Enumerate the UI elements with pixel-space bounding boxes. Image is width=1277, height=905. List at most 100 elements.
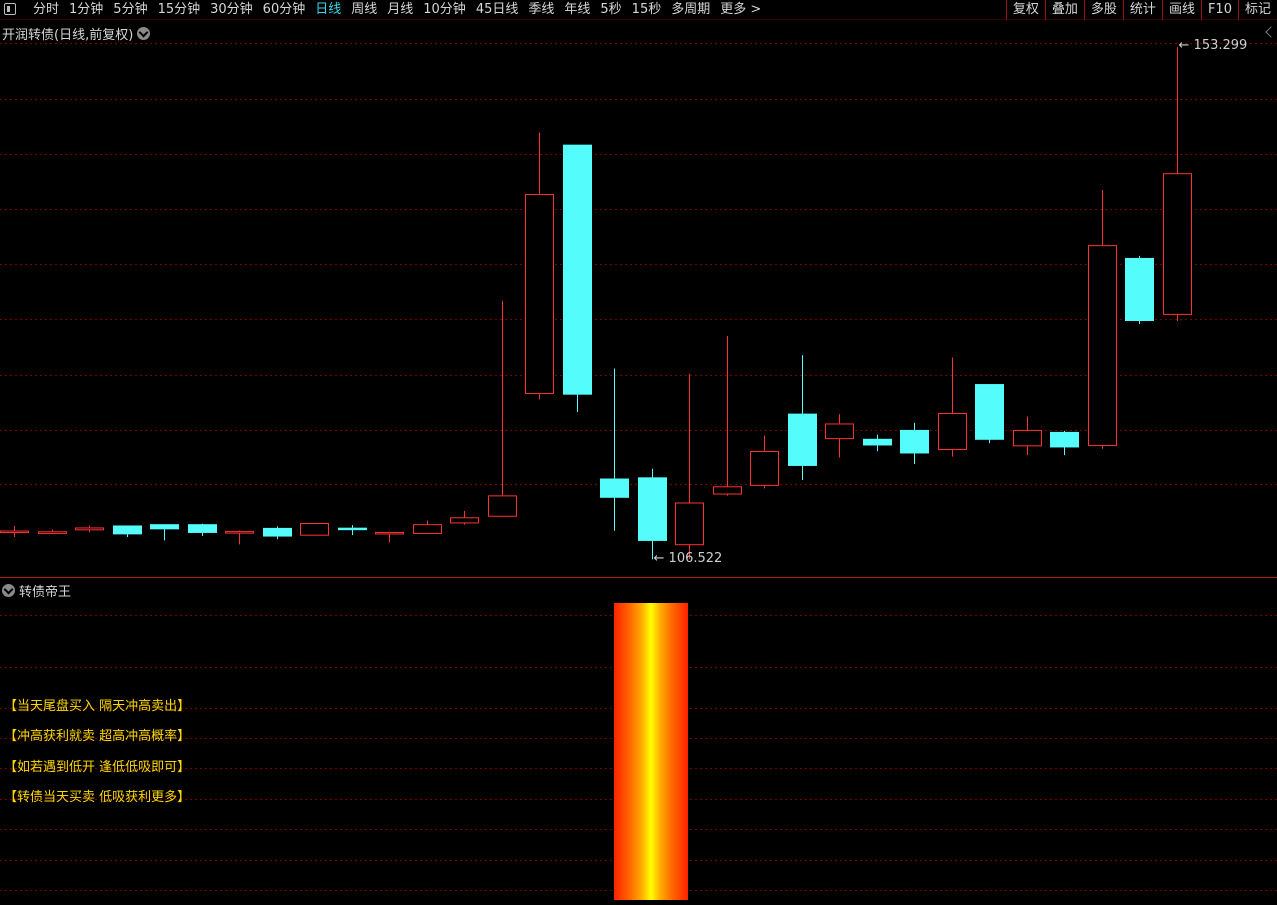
period-tab-16[interactable]: 更多 > [715,0,766,20]
candle[interactable] [225,530,254,545]
candle-body [188,524,217,533]
candle-body [38,531,67,534]
candle[interactable] [75,525,104,533]
candle[interactable] [975,384,1004,444]
period-tab-11[interactable]: 季线 [523,0,559,20]
period-tab-3[interactable]: 15分钟 [153,0,206,20]
tool-button-3[interactable]: 统计 [1122,0,1162,20]
candle-body [225,531,254,534]
period-tab-12[interactable]: 年线 [559,0,595,20]
candle[interactable] [0,525,29,538]
candle-body [525,194,554,395]
candle-body [938,412,967,450]
candle[interactable] [375,531,404,543]
candle[interactable] [1163,47,1192,322]
candle-body [413,524,442,534]
candle[interactable] [450,510,479,525]
tool-buttons: 复权 叠加 多股 统计 画线 F10 标记 [1005,0,1277,20]
promo-line-2: 【冲高获利就卖 超高冲高概率】 [4,729,191,744]
candle[interactable] [150,524,179,541]
tool-button-5[interactable]: F10 [1200,0,1238,20]
candle-body [150,524,179,530]
candle-body [713,486,742,495]
candle-body [450,517,479,524]
candle[interactable] [38,529,67,534]
candle[interactable] [863,434,892,452]
promo-line-4: 【转债当天买卖 低吸获利更多】 [4,790,191,805]
promo-line-3: 【如若遇到低开 逢低低吸即可】 [4,760,191,775]
candle[interactable] [113,525,142,538]
indicator-signal-bar [614,603,688,900]
indicator-title-text: 转债帝王 [19,585,72,600]
period-tab-5[interactable]: 60分钟 [258,0,311,20]
candle-body [600,478,629,498]
period-tab-8[interactable]: 月线 [382,0,418,20]
period-toolbar: 分时 1分钟 5分钟 15分钟 30分钟 60分钟 日线 周线 月线 10分钟 45日线 季线 年线 5秒… [0,0,1277,20]
candle-body [900,429,929,454]
high-price-label: ← 153.299 [1178,38,1248,54]
candle-body [788,413,817,466]
candle-body [1050,431,1079,448]
candle-body [675,502,704,546]
candle[interactable] [1050,430,1079,456]
candle[interactable] [188,523,217,537]
candle-body [863,438,892,446]
tool-button-2[interactable]: 多股 [1083,0,1123,20]
candle[interactable] [638,468,667,560]
period-tab-6[interactable]: 日线 [310,0,346,20]
period-tabs: 分时 1分钟 5分钟 15分钟 30分钟 60分钟 日线 周线 月线 10分钟 45日线 季线 年线 5秒… [28,0,766,20]
promo-line-1: 【当天尾盘买入 隔天冲高卖出】 [4,699,191,714]
low-price-label: ← 106.522 [653,551,723,567]
candle-body [638,477,667,541]
candle[interactable] [1125,255,1154,325]
candle-body [113,525,142,535]
candle[interactable] [488,300,517,517]
tool-button-1[interactable]: 叠加 [1044,0,1084,20]
period-tab-15[interactable]: 多周期 [666,0,715,20]
period-tab-14[interactable]: 15秒 [627,0,667,20]
candlestick-chart[interactable] [0,22,1277,577]
candle[interactable] [1088,190,1117,449]
candle[interactable] [825,414,854,458]
period-tab-1[interactable]: 1分钟 [64,0,108,20]
candle[interactable] [600,368,629,531]
candle[interactable] [713,336,742,496]
candle-body [1013,429,1042,447]
candle-body [300,522,329,536]
candle[interactable] [900,422,929,465]
candle-body [263,527,292,537]
candle-body [1163,173,1192,315]
candle[interactable] [1013,416,1042,456]
tool-button-6[interactable]: 标记 [1237,0,1277,20]
tool-button-0[interactable]: 复权 [1005,0,1045,20]
candle-body [563,144,592,395]
candle-body [825,423,854,440]
candle[interactable] [750,435,779,489]
period-tab-7[interactable]: 周线 [346,0,382,20]
candle[interactable] [525,132,554,400]
candle[interactable] [675,374,704,559]
candle[interactable] [263,526,292,540]
candle-body [0,530,29,534]
period-tab-4[interactable]: 30分钟 [205,0,258,20]
candle[interactable] [788,355,817,481]
candle[interactable] [938,357,967,457]
candle-body [975,384,1004,440]
candle-body [1125,257,1154,322]
candle-body [1088,245,1117,447]
period-tab-9[interactable]: 10分钟 [418,0,471,20]
period-tab-2[interactable]: 5分钟 [108,0,152,20]
period-tab-10[interactable]: 45日线 [471,0,524,20]
panel-toggle-icon[interactable] [4,3,16,15]
tool-button-4[interactable]: 画线 [1161,0,1201,20]
candle-body [488,495,517,517]
period-tab-0[interactable]: 分时 [28,0,64,20]
candle[interactable] [338,525,367,536]
candle-body [375,531,404,535]
candle[interactable] [413,520,442,534]
chevron-down-icon[interactable] [2,584,15,597]
period-tab-13[interactable]: 5秒 [595,0,626,20]
candle[interactable] [300,522,329,536]
indicator-title[interactable]: 转债帝王 [2,581,71,600]
candle[interactable] [563,144,592,413]
